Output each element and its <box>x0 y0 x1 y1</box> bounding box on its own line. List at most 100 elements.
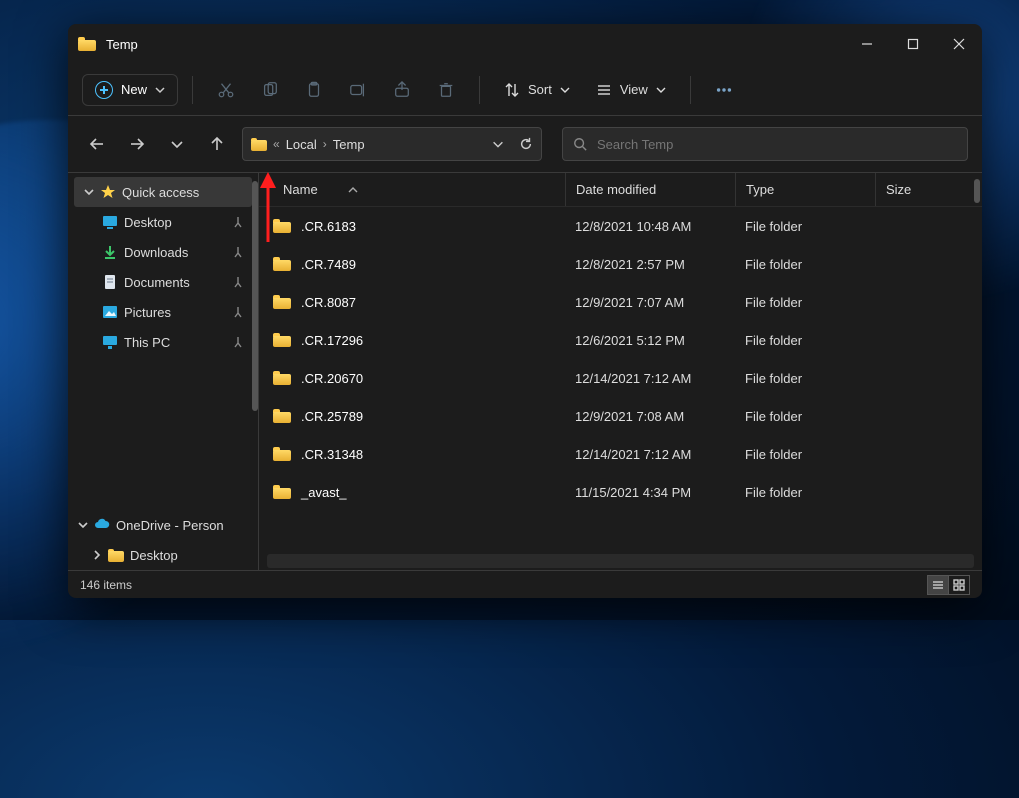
table-row[interactable]: .CR.2067012/14/2021 7:12 AMFile folder <box>259 359 982 397</box>
file-date: 12/14/2021 7:12 AM <box>565 371 735 386</box>
new-button[interactable]: New <box>82 74 178 106</box>
sidebar-item-downloads[interactable]: Downloads <box>68 237 258 267</box>
table-row[interactable]: .CR.748912/8/2021 2:57 PMFile folder <box>259 245 982 283</box>
file-type: File folder <box>735 257 875 272</box>
search-icon <box>573 137 587 151</box>
file-date: 12/6/2021 5:12 PM <box>565 333 735 348</box>
sort-icon <box>504 82 520 98</box>
pin-icon <box>232 276 244 288</box>
monitor-icon <box>102 334 118 350</box>
file-name: .CR.7489 <box>301 257 356 272</box>
file-name: .CR.25789 <box>301 409 363 424</box>
sort-menu[interactable]: Sort <box>494 76 580 104</box>
table-row[interactable]: .CR.808712/9/2021 7:07 AMFile folder <box>259 283 982 321</box>
folder-icon <box>273 333 291 347</box>
breadcrumb-part[interactable]: Local <box>286 137 317 152</box>
file-type: File folder <box>735 219 875 234</box>
details-view-button[interactable] <box>927 575 949 595</box>
nav-back-button[interactable] <box>82 129 112 159</box>
breadcrumb-overflow: « <box>273 137 280 151</box>
sidebar-item-label: Desktop <box>130 548 178 563</box>
sidebar-item-label: Pictures <box>124 305 171 320</box>
breadcrumb-part[interactable]: Temp <box>333 137 365 152</box>
pin-icon <box>232 306 244 318</box>
chevron-down-icon[interactable] <box>491 137 505 151</box>
arrow-right-icon <box>129 136 145 152</box>
pin-icon <box>232 216 244 228</box>
folder-icon <box>273 295 291 309</box>
sidebar-item-quick-access[interactable]: Quick access <box>74 177 252 207</box>
share-button[interactable] <box>383 72 421 108</box>
thumbnails-view-button[interactable] <box>948 575 970 595</box>
pin-icon <box>232 246 244 258</box>
column-header-size[interactable]: Size <box>875 173 982 206</box>
pictures-icon <box>102 304 118 320</box>
column-header-name[interactable]: Name <box>259 173 565 206</box>
content-area: Name Date modified Type Size .CR.618312/… <box>258 173 982 570</box>
folder-icon <box>251 138 267 151</box>
column-headers: Name Date modified Type Size <box>259 173 982 207</box>
column-header-date[interactable]: Date modified <box>565 173 735 206</box>
file-type: File folder <box>735 447 875 462</box>
folder-icon <box>273 485 291 499</box>
sidebar-item-label: Documents <box>124 275 190 290</box>
table-row[interactable]: .CR.25789 12/9/2021 7:08 AMFile folder <box>259 397 982 435</box>
sidebar-item-onedrive-desktop[interactable]: Desktop <box>68 540 258 570</box>
search-box[interactable] <box>562 127 968 161</box>
sidebar-item-pictures[interactable]: Pictures <box>68 297 258 327</box>
content-scrollbar[interactable] <box>974 179 980 203</box>
sidebar-item-label: Quick access <box>122 185 199 200</box>
file-list: .CR.618312/8/2021 10:48 AMFile folder.CR… <box>259 207 982 552</box>
copy-button[interactable] <box>251 72 289 108</box>
more-button[interactable] <box>705 72 743 108</box>
refresh-icon[interactable] <box>519 137 533 151</box>
window-title: Temp <box>106 37 138 52</box>
table-row[interactable]: .CR.618312/8/2021 10:48 AMFile folder <box>259 207 982 245</box>
chevron-down-icon <box>155 85 165 95</box>
delete-button[interactable] <box>427 72 465 108</box>
chevron-down-icon <box>84 187 94 197</box>
cut-button[interactable] <box>207 72 245 108</box>
copy-icon <box>261 81 279 99</box>
chevron-down-icon <box>656 85 666 95</box>
divider <box>479 76 480 104</box>
pin-icon <box>232 336 244 348</box>
nav-row: « Local › Temp <box>68 116 982 172</box>
table-row[interactable]: .CR.3134812/14/2021 7:12 AMFile folder <box>259 435 982 473</box>
trash-icon <box>437 81 455 99</box>
item-count: 146 items <box>80 578 132 592</box>
document-icon <box>102 274 118 290</box>
view-menu[interactable]: View <box>586 76 676 104</box>
nav-forward-button[interactable] <box>122 129 152 159</box>
arrow-left-icon <box>89 136 105 152</box>
address-bar[interactable]: « Local › Temp <box>242 127 542 161</box>
file-date: 12/9/2021 7:08 AM <box>565 409 735 424</box>
column-header-type[interactable]: Type <box>735 173 875 206</box>
nav-up-button[interactable] <box>202 129 232 159</box>
sidebar-item-documents[interactable]: Documents <box>68 267 258 297</box>
folder-icon <box>108 549 124 562</box>
sidebar-item-this-pc[interactable]: This PC <box>68 327 258 357</box>
chevron-down-icon <box>560 85 570 95</box>
titlebar[interactable]: Temp <box>68 24 982 64</box>
close-button[interactable] <box>936 24 982 64</box>
sidebar-item-desktop[interactable]: Desktop <box>68 207 258 237</box>
file-type: File folder <box>735 409 875 424</box>
file-name: .CR.20670 <box>301 371 363 386</box>
desktop-icon <box>102 214 118 230</box>
paste-button[interactable] <box>295 72 333 108</box>
plus-circle-icon <box>95 81 113 99</box>
table-row[interactable]: .CR.1729612/6/2021 5:12 PMFile folder <box>259 321 982 359</box>
body: Quick access Desktop Downloads Documents… <box>68 172 982 570</box>
chevron-down-icon <box>169 136 185 152</box>
horizontal-scrollbar[interactable] <box>267 554 974 568</box>
sidebar-scrollbar[interactable] <box>252 181 258 411</box>
minimize-button[interactable] <box>844 24 890 64</box>
sidebar-item-onedrive[interactable]: OneDrive - Person <box>68 510 258 540</box>
table-row[interactable]: _avast_11/15/2021 4:34 PMFile folder <box>259 473 982 511</box>
sort-label: Sort <box>528 82 552 97</box>
search-input[interactable] <box>597 137 957 152</box>
maximize-button[interactable] <box>890 24 936 64</box>
rename-button[interactable] <box>339 72 377 108</box>
nav-recent-button[interactable] <box>162 129 192 159</box>
